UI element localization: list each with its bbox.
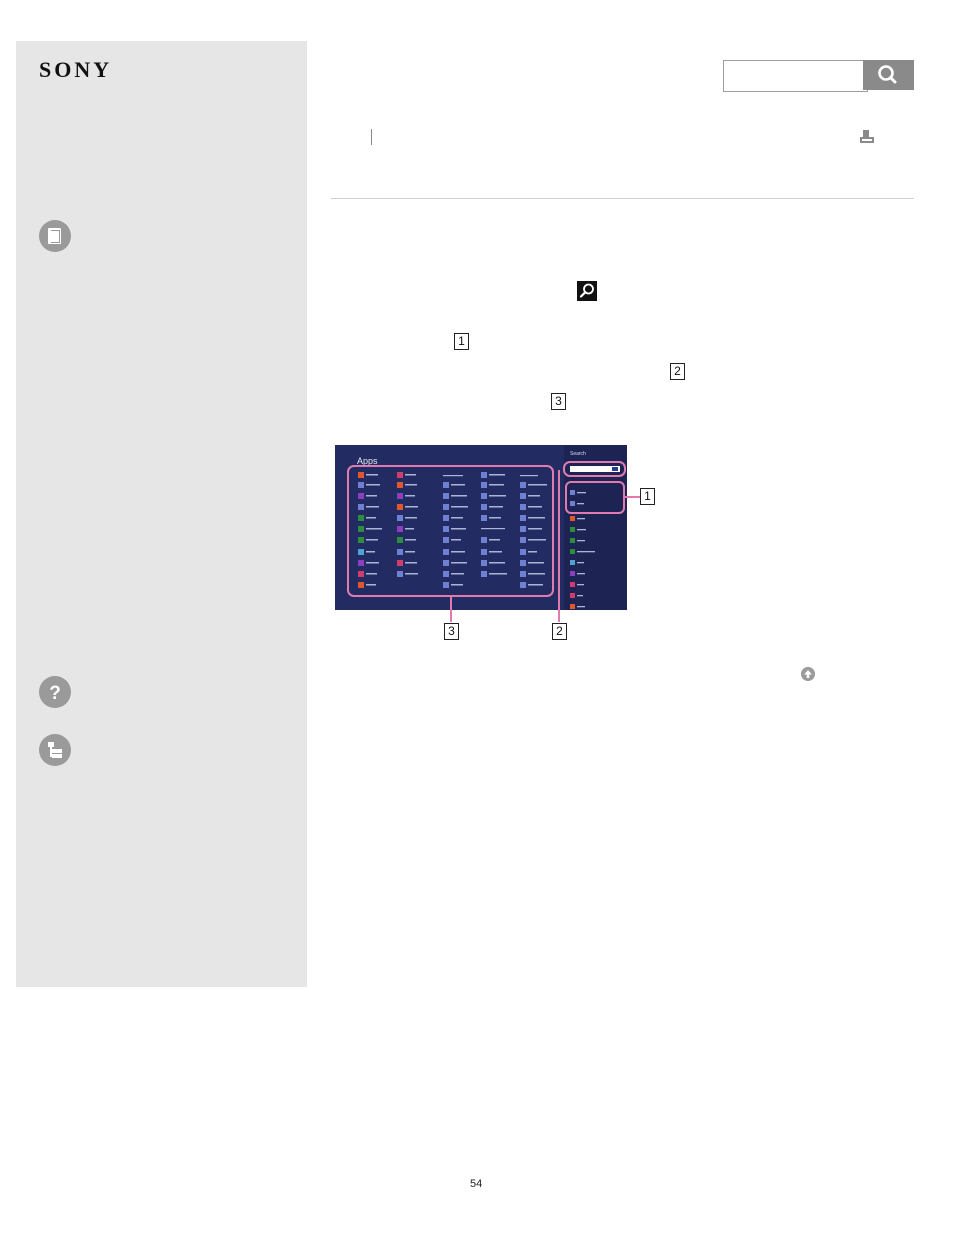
app-tiles-grid <box>358 472 547 588</box>
callout-2: 2 <box>670 363 685 380</box>
svg-text:?: ? <box>49 683 61 704</box>
search-icon <box>878 65 897 84</box>
figure-callout-2: 2 <box>552 623 567 640</box>
manual-book-icon[interactable] <box>39 220 71 252</box>
back-to-top-icon[interactable] <box>801 667 815 681</box>
help-icon[interactable]: ? <box>39 676 71 708</box>
apps-screen-figure: Apps Search <box>335 445 627 610</box>
title-divider <box>331 198 914 199</box>
callout-1: 1 <box>454 333 469 350</box>
print-icon[interactable] <box>858 128 876 146</box>
search-charm-icon <box>577 281 597 301</box>
search-pane-items <box>570 466 620 609</box>
page-number: 54 <box>470 1178 483 1190</box>
search-pane: Search <box>564 445 627 610</box>
callout-3: 3 <box>551 393 566 410</box>
search-input[interactable] <box>723 60 868 92</box>
breadcrumb-separator <box>371 129 372 145</box>
sidebar: SONY ? <box>16 41 307 987</box>
search-button[interactable] <box>863 60 914 90</box>
contents-tree-icon[interactable] <box>39 734 71 766</box>
figure-callout-1: 1 <box>640 488 655 505</box>
sony-logo: SONY <box>39 57 113 82</box>
figure-callout-3: 3 <box>444 623 459 640</box>
